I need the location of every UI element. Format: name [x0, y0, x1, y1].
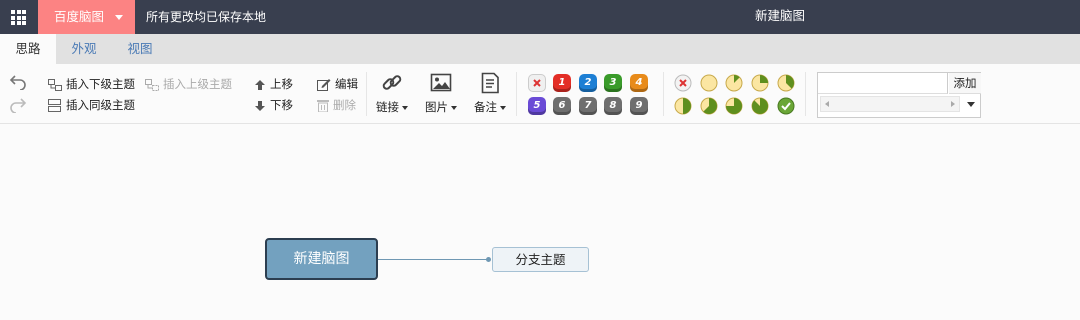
- arrow-down-icon: [255, 100, 265, 111]
- insert-parent-label: 插入上级主题: [163, 77, 232, 91]
- progress-4-icon[interactable]: [777, 74, 795, 92]
- priority-1-button[interactable]: 1: [553, 74, 571, 92]
- priority-5-button[interactable]: 5: [528, 97, 546, 115]
- delete-button[interactable]: 删除: [317, 96, 356, 114]
- connector-endpoint: [486, 257, 491, 262]
- branch-topic-node[interactable]: 分支主题: [492, 247, 589, 272]
- divider: [663, 72, 664, 116]
- redo-icon[interactable]: [9, 97, 27, 113]
- brand-menu-button[interactable]: 百度脑图: [38, 0, 135, 34]
- move-down-label: 下移: [270, 98, 293, 112]
- insert-sibling-label: 插入同级主题: [66, 98, 135, 112]
- tab-view[interactable]: 视图: [112, 34, 168, 64]
- trash-icon: [317, 100, 329, 112]
- insert-child-button[interactable]: 插入下级主题: [48, 75, 135, 93]
- delete-label: 删除: [333, 98, 356, 112]
- progress-8-icon[interactable]: [751, 97, 769, 115]
- priority-remove-button[interactable]: [528, 74, 546, 92]
- mindmap-canvas[interactable]: [0, 125, 1080, 320]
- priority-4-button[interactable]: 4: [630, 74, 648, 92]
- priority-7-label: 7: [584, 100, 592, 111]
- note-icon: [481, 72, 499, 94]
- save-status-text: 所有更改均已保存本地: [146, 10, 267, 24]
- remove-icon: [533, 79, 541, 87]
- insert-sibling-icon: [48, 99, 61, 112]
- link-button[interactable]: 链接: [372, 72, 412, 118]
- edit-button[interactable]: 编辑: [317, 75, 358, 93]
- priority-6-button[interactable]: 6: [553, 97, 571, 115]
- arrow-up-icon: [255, 79, 265, 90]
- progress-6-icon[interactable]: [700, 97, 718, 115]
- app-grid-button[interactable]: [0, 0, 38, 34]
- undo-icon[interactable]: [9, 74, 27, 90]
- note-label: 备注: [474, 100, 497, 114]
- image-label: 图片: [425, 100, 448, 114]
- priority-9-label: 9: [635, 100, 643, 111]
- divider: [516, 72, 517, 116]
- resource-scrollbar[interactable]: [820, 96, 960, 112]
- resource-add-button[interactable]: 添加: [949, 73, 981, 94]
- tab-ideas[interactable]: 思路: [0, 34, 56, 64]
- document-title[interactable]: 新建脑图: [700, 0, 860, 32]
- progress-1-icon[interactable]: [700, 74, 718, 92]
- resource-input[interactable]: [818, 73, 948, 94]
- image-icon: [430, 73, 452, 92]
- branch-connector: [378, 259, 488, 260]
- move-down-button[interactable]: 下移: [254, 96, 293, 114]
- progress-0-icon[interactable]: [674, 74, 692, 92]
- insert-parent-button[interactable]: 插入上级主题: [145, 75, 232, 93]
- chevron-down-icon: [500, 105, 506, 110]
- progress-7-icon[interactable]: [725, 97, 743, 115]
- edit-label: 编辑: [335, 77, 358, 91]
- priority-6-label: 6: [558, 100, 566, 111]
- priority-2-button[interactable]: 2: [579, 74, 597, 92]
- grid-icon: [11, 10, 26, 25]
- priority-2-label: 2: [584, 77, 592, 88]
- top-bar: 百度脑图 所有更改均已保存本地 新建脑图: [0, 0, 1080, 34]
- priority-7-button[interactable]: 7: [579, 97, 597, 115]
- priority-1-label: 1: [558, 77, 566, 88]
- move-up-button[interactable]: 上移: [254, 75, 293, 93]
- progress-3-icon[interactable]: [751, 74, 769, 92]
- link-label: 链接: [376, 100, 399, 114]
- move-up-label: 上移: [270, 77, 293, 91]
- priority-3-label: 3: [609, 77, 617, 88]
- progress-9-icon[interactable]: [777, 97, 795, 115]
- tab-appearance[interactable]: 外观: [56, 34, 112, 64]
- priority-8-label: 8: [609, 100, 617, 111]
- divider: [366, 72, 367, 116]
- progress-2-icon[interactable]: [725, 74, 743, 92]
- chevron-down-icon: [115, 15, 123, 20]
- chevron-down-icon: [402, 105, 408, 110]
- priority-4-label: 4: [635, 77, 643, 88]
- tab-bar: 思路 外观 视图: [0, 34, 1080, 64]
- priority-3-button[interactable]: 3: [604, 74, 622, 92]
- insert-parent-icon: [145, 78, 159, 91]
- priority-8-button[interactable]: 8: [604, 97, 622, 115]
- brand-label: 百度脑图: [54, 9, 105, 24]
- priority-5-label: 5: [533, 100, 541, 111]
- scroll-left-icon[interactable]: [825, 101, 829, 107]
- insert-sibling-button[interactable]: 插入同级主题: [48, 96, 135, 114]
- link-icon: [382, 75, 402, 90]
- priority-9-button[interactable]: 9: [630, 97, 648, 115]
- resource-panel: 添加: [817, 72, 981, 118]
- insert-child-icon: [48, 78, 62, 91]
- insert-child-label: 插入下级主题: [66, 77, 135, 91]
- pencil-icon: [317, 79, 331, 91]
- chevron-down-icon: [451, 105, 457, 110]
- image-button[interactable]: 图片: [421, 72, 461, 118]
- progress-5-icon[interactable]: [674, 97, 692, 115]
- chevron-down-icon[interactable]: [967, 102, 975, 107]
- root-topic-node[interactable]: 新建脑图: [265, 238, 378, 280]
- divider: [805, 72, 806, 116]
- scroll-right-icon[interactable]: [951, 101, 955, 107]
- note-button[interactable]: 备注: [470, 72, 510, 118]
